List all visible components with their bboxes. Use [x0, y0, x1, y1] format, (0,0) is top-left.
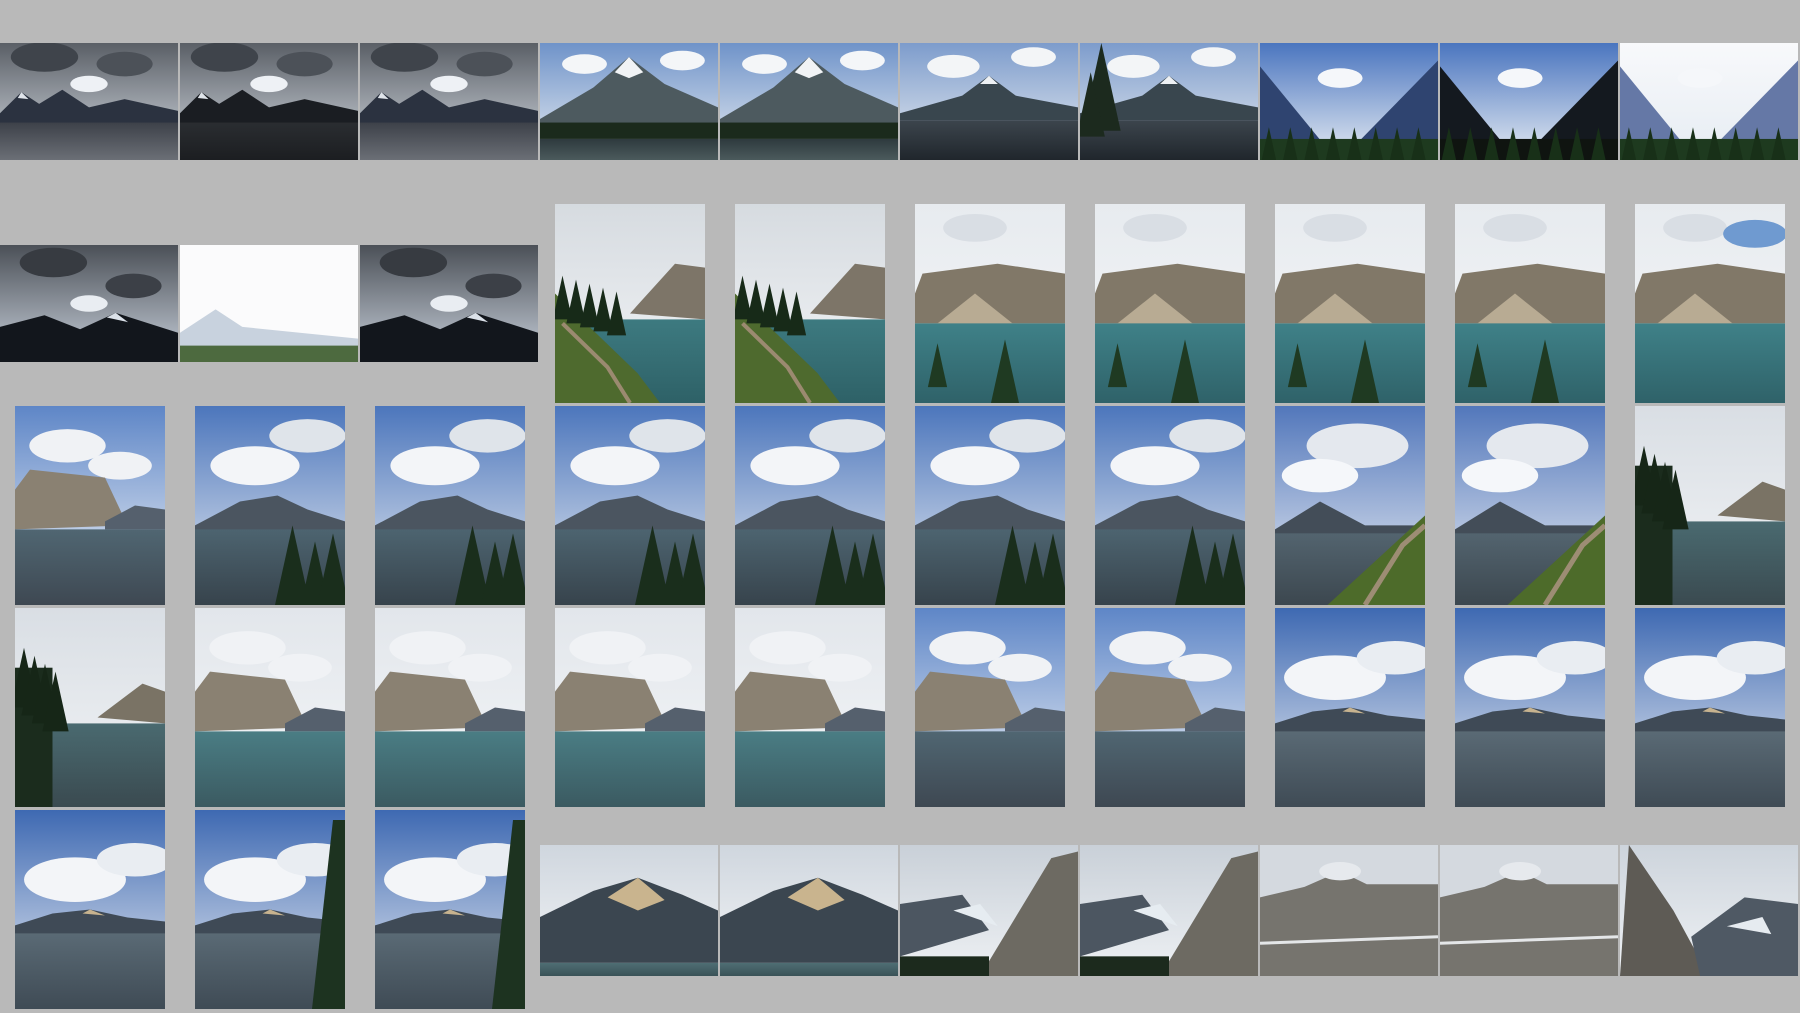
photo-thumbnail[interactable] — [1095, 406, 1245, 605]
photo-thumbnail[interactable] — [1275, 406, 1425, 605]
photo-thumbnail[interactable] — [735, 204, 885, 403]
photo-thumbnail[interactable] — [1080, 845, 1258, 976]
photo-thumbnail[interactable] — [15, 810, 165, 1009]
photo-thumbnail[interactable] — [1455, 608, 1605, 807]
photo-thumbnail[interactable] — [1260, 43, 1438, 160]
photo-thumbnail[interactable] — [180, 245, 358, 362]
photo-thumbnail[interactable] — [915, 406, 1065, 605]
photo-thumbnail[interactable] — [1260, 845, 1438, 976]
photo-thumbnail[interactable] — [1440, 845, 1618, 976]
photo-thumbnail[interactable] — [900, 43, 1078, 160]
photo-thumbnail[interactable] — [375, 810, 525, 1009]
photo-thumbnail[interactable] — [1635, 608, 1785, 807]
photo-thumbnail[interactable] — [900, 845, 1078, 976]
photo-thumbnail[interactable] — [0, 43, 178, 160]
photo-thumbnail[interactable] — [720, 845, 898, 976]
photo-thumbnail[interactable] — [915, 608, 1065, 807]
photo-thumbnail[interactable] — [1620, 845, 1798, 976]
photo-thumbnail[interactable] — [1635, 204, 1785, 403]
photo-thumbnail[interactable] — [735, 406, 885, 605]
photo-thumbnail[interactable] — [375, 608, 525, 807]
photo-thumbnail[interactable] — [735, 608, 885, 807]
photo-thumbnail[interactable] — [1440, 43, 1618, 160]
photo-thumbnail[interactable] — [195, 608, 345, 807]
photo-thumbnail[interactable] — [1635, 406, 1785, 605]
photo-thumbnail[interactable] — [0, 245, 178, 362]
photo-thumbnail[interactable] — [555, 406, 705, 605]
photo-thumbnail[interactable] — [1455, 204, 1605, 403]
photo-thumbnail[interactable] — [915, 204, 1065, 403]
photo-thumbnail[interactable] — [180, 43, 358, 160]
photo-thumbnail[interactable] — [1620, 43, 1798, 160]
photo-thumbnail[interactable] — [720, 43, 898, 160]
photo-thumbnail[interactable] — [15, 608, 165, 807]
photo-thumbnail[interactable] — [360, 245, 538, 362]
photo-thumbnail[interactable] — [555, 204, 705, 403]
photo-grid — [0, 0, 1800, 1013]
photo-thumbnail[interactable] — [195, 810, 345, 1009]
photo-thumbnail[interactable] — [195, 406, 345, 605]
photo-thumbnail[interactable] — [15, 406, 165, 605]
photo-thumbnail[interactable] — [1095, 608, 1245, 807]
photo-thumbnail[interactable] — [1455, 406, 1605, 605]
photo-thumbnail[interactable] — [540, 43, 718, 160]
photo-thumbnail[interactable] — [360, 43, 538, 160]
photo-thumbnail[interactable] — [1080, 43, 1258, 160]
photo-thumbnail[interactable] — [540, 845, 718, 976]
photo-thumbnail[interactable] — [555, 608, 705, 807]
photo-thumbnail[interactable] — [1095, 204, 1245, 403]
photo-thumbnail[interactable] — [1275, 204, 1425, 403]
photo-thumbnail[interactable] — [375, 406, 525, 605]
photo-thumbnail[interactable] — [1275, 608, 1425, 807]
